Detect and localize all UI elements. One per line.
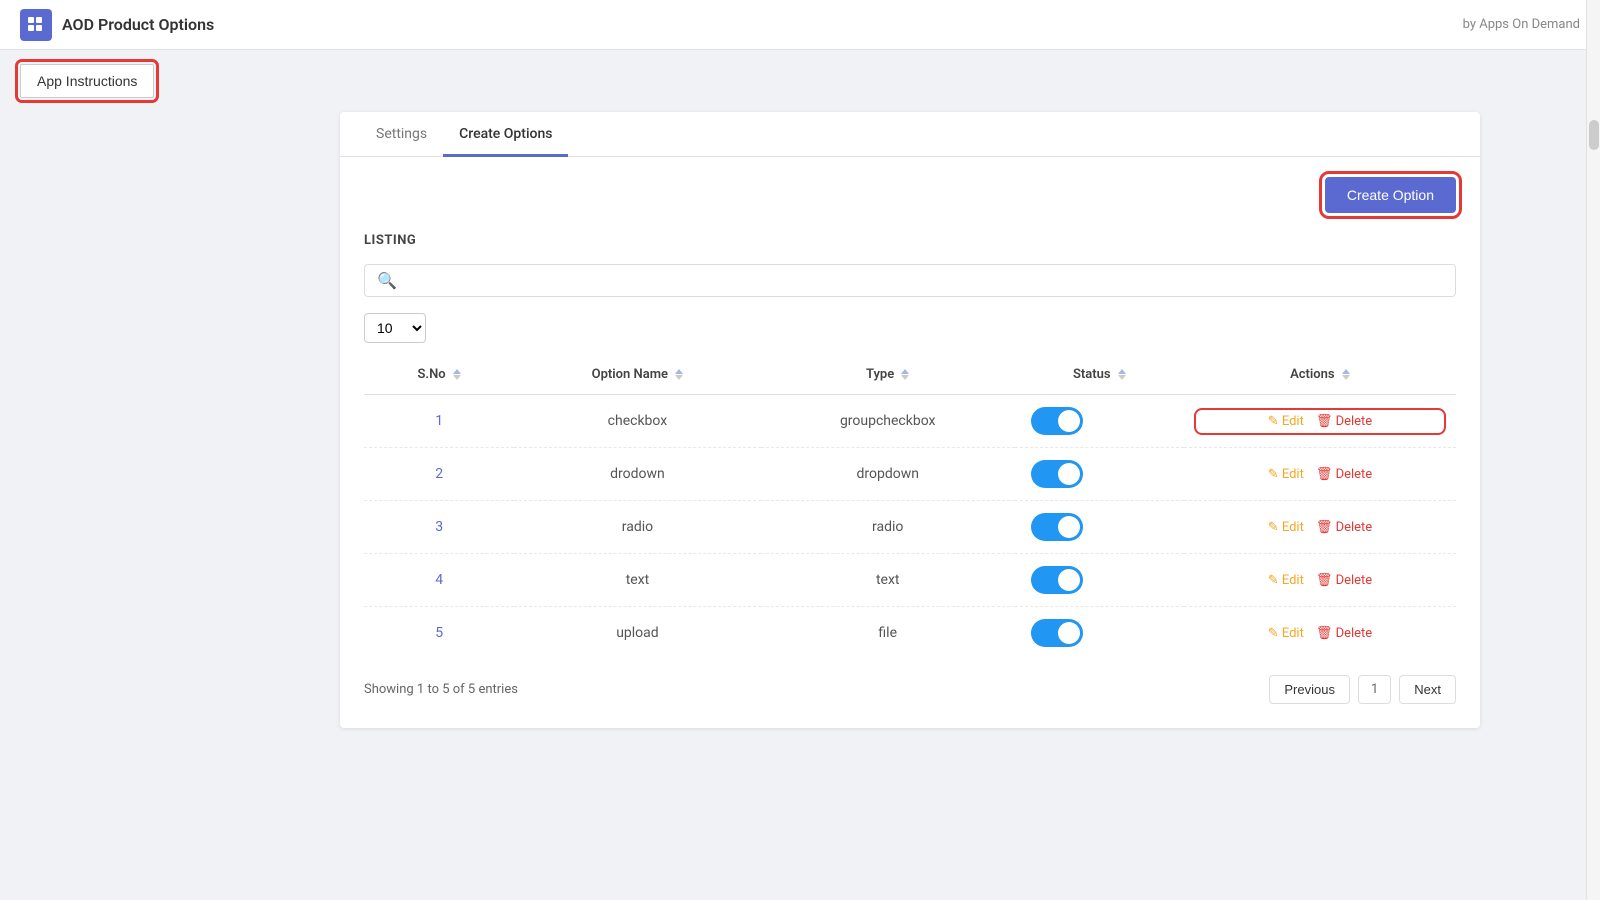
cell-actions: ✎ Edit 🗑 Delete [1184, 554, 1456, 607]
data-table: S.No Option Name [364, 355, 1456, 659]
pagination: Previous 1 Next [1269, 675, 1456, 704]
cell-type: dropdown [761, 448, 1015, 501]
col-actions: Actions [1184, 355, 1456, 395]
edit-button[interactable]: ✎ Edit [1268, 573, 1304, 588]
cell-status [1015, 554, 1184, 607]
cell-option-name: checkbox [514, 395, 760, 448]
cell-type: file [761, 607, 1015, 660]
edit-button[interactable]: ✎ Edit [1268, 467, 1304, 482]
cell-option-name: upload [514, 607, 760, 660]
cell-actions: ✎ Edit 🗑 Delete [1184, 501, 1456, 554]
main-content: Settings Create Options Create Option LI… [100, 112, 1500, 748]
edit-button[interactable]: ✎ Edit [1268, 414, 1304, 429]
tab-create-options[interactable]: Create Options [443, 112, 568, 157]
cell-status [1015, 448, 1184, 501]
per-page-row: 10 25 50 100 [364, 313, 1456, 343]
cell-actions: ✎ Edit 🗑 Delete [1184, 448, 1456, 501]
type-sort-icon [901, 369, 909, 380]
table-row: 2drodowndropdown ✎ Edit 🗑 Delete [364, 448, 1456, 501]
col-type: Type [761, 355, 1015, 395]
col-option-name: Option Name [514, 355, 760, 395]
cell-type: text [761, 554, 1015, 607]
cell-status [1015, 501, 1184, 554]
table-row: 4texttext✎ Edit🗑 Delete [364, 554, 1456, 607]
table-row: 1checkboxgroupcheckbox ✎ Edit 🗑 Delete [364, 395, 1456, 448]
cell-sno: 2 [364, 448, 514, 501]
cell-sno: 4 [364, 554, 514, 607]
search-input[interactable] [405, 273, 1443, 289]
col-status: Status [1015, 355, 1184, 395]
entries-info: Showing 1 to 5 of 5 entries [364, 682, 518, 697]
edit-button[interactable]: ✎ Edit [1268, 626, 1304, 641]
scrollbar-thumb[interactable] [1589, 120, 1599, 150]
edit-button[interactable]: ✎ Edit [1268, 520, 1304, 535]
cell-sno: 5 [364, 607, 514, 660]
next-button[interactable]: Next [1399, 675, 1456, 704]
by-text: by Apps On Demand [1463, 17, 1580, 32]
previous-button[interactable]: Previous [1269, 675, 1350, 704]
app-logo-icon [20, 9, 52, 41]
delete-button[interactable]: 🗑 Delete [1316, 626, 1372, 641]
app-instructions-button[interactable]: App Instructions [20, 64, 154, 98]
create-option-row: Create Option [364, 177, 1456, 213]
status-toggle[interactable] [1031, 460, 1083, 488]
status-toggle[interactable] [1031, 619, 1083, 647]
search-icon: 🔍 [377, 271, 397, 290]
table-row: 5uploadfile ✎ Edit 🗑 Delete [364, 607, 1456, 660]
tab-content: Create Option LISTING 🔍 10 25 50 100 [340, 157, 1480, 728]
option-name-sort-icon [675, 369, 683, 380]
status-toggle[interactable] [1031, 566, 1083, 594]
tab-settings[interactable]: Settings [360, 112, 443, 157]
status-toggle[interactable] [1031, 407, 1083, 435]
cell-sno: 1 [364, 395, 514, 448]
app-title: AOD Product Options [62, 15, 214, 34]
delete-button[interactable]: 🗑 Delete [1316, 467, 1372, 482]
cell-sno: 3 [364, 501, 514, 554]
actions-sort-icon [1342, 369, 1350, 380]
delete-button[interactable]: 🗑 Delete [1316, 414, 1372, 429]
listing-label: LISTING [364, 233, 1456, 248]
app-title-area: AOD Product Options [20, 9, 214, 41]
app-instructions-area: App Instructions [0, 50, 1600, 112]
search-bar: 🔍 [364, 264, 1456, 297]
status-toggle[interactable] [1031, 513, 1083, 541]
delete-button[interactable]: 🗑 Delete [1316, 520, 1372, 535]
cell-actions: ✎ Edit 🗑 Delete [1184, 607, 1456, 660]
sno-sort-icon [453, 369, 461, 380]
per-page-select[interactable]: 10 25 50 100 [364, 313, 426, 343]
content-card: Settings Create Options Create Option LI… [340, 112, 1480, 728]
cell-status [1015, 395, 1184, 448]
cell-type: radio [761, 501, 1015, 554]
cell-status [1015, 607, 1184, 660]
create-option-button[interactable]: Create Option [1325, 177, 1456, 213]
table-row: 3radioradio✎ Edit🗑 Delete [364, 501, 1456, 554]
tabs-bar: Settings Create Options [340, 112, 1480, 157]
table-footer: Showing 1 to 5 of 5 entries Previous 1 N… [364, 659, 1456, 708]
cell-option-name: radio [514, 501, 760, 554]
top-header: AOD Product Options by Apps On Demand [0, 0, 1600, 50]
cell-type: groupcheckbox [761, 395, 1015, 448]
scrollbar-track [1586, 0, 1600, 900]
current-page: 1 [1358, 675, 1391, 704]
delete-button[interactable]: 🗑 Delete [1316, 573, 1372, 588]
cell-option-name: drodown [514, 448, 760, 501]
status-sort-icon [1118, 369, 1126, 380]
cell-option-name: text [514, 554, 760, 607]
col-sno: S.No [364, 355, 514, 395]
cell-actions: ✎ Edit 🗑 Delete [1184, 395, 1456, 448]
